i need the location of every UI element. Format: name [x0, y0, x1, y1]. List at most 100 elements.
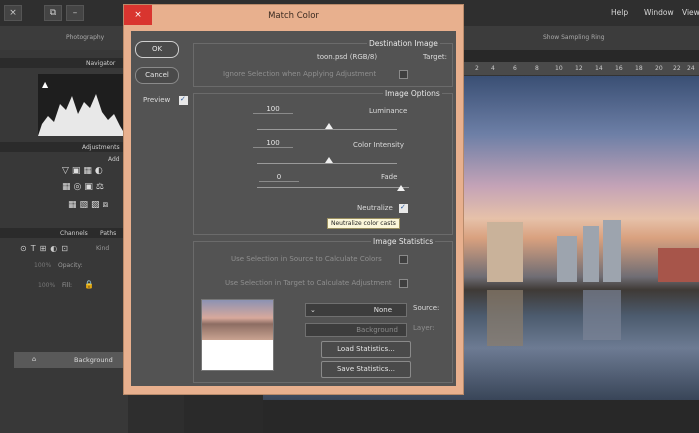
color-intensity-field[interactable]: 100	[253, 139, 293, 148]
tab-channels[interactable]: Channels	[60, 230, 88, 237]
show-sampling-ring-option[interactable]: Show Sampling Ring	[543, 34, 605, 41]
dialog-close-button[interactable]: ×	[124, 5, 152, 25]
layer-name: Background	[74, 356, 113, 364]
destination-header: Destination Image	[367, 39, 440, 48]
ruler-tick: 20	[655, 65, 663, 72]
close-icon[interactable]: ×	[4, 5, 22, 21]
load-statistics-button[interactable]: Load Statistics...	[321, 341, 411, 358]
adjustment-icons-row-3[interactable]: ▦▧▨⧈	[68, 200, 111, 210]
ruler-tick: 10	[555, 65, 563, 72]
photo-reflection	[487, 290, 523, 346]
histogram-graph	[38, 94, 126, 136]
menu-window[interactable]: Window	[644, 8, 674, 17]
kind-filter[interactable]: Kind	[96, 245, 109, 252]
luminance-field[interactable]: 100	[253, 105, 293, 114]
luminance-label: Luminance	[369, 107, 408, 115]
ruler-tick: 16	[615, 65, 623, 72]
navigator-title: Navigator	[86, 60, 116, 67]
dialog-title-bar[interactable]: Match Color ×	[124, 5, 463, 27]
layer-value: Background	[356, 326, 398, 334]
image-statistics-header: Image Statistics	[371, 237, 436, 246]
use-source-selection-label: Use Selection in Source to Calculate Col…	[231, 255, 382, 263]
layer-filter-icons[interactable]: ⊙T⊞◐⊡	[20, 244, 72, 253]
source-preview-thumbnail	[201, 299, 274, 371]
navigator-panel-header: Navigator	[0, 58, 128, 68]
layer-lock-icon: ⌂	[32, 355, 37, 363]
chevron-down-icon: ⌄	[310, 306, 316, 314]
destination-group	[193, 43, 453, 87]
fade-field[interactable]: 0	[259, 173, 299, 182]
image-options-header: Image Options	[383, 89, 442, 98]
canvas-edge	[184, 390, 264, 433]
ok-button[interactable]: OK	[135, 41, 179, 58]
adjustments-panel-header: Adjustments	[0, 142, 128, 152]
preview-checkbox[interactable]	[179, 95, 188, 105]
tab-paths[interactable]: Paths	[100, 230, 116, 237]
ignore-selection-checkbox[interactable]	[399, 70, 408, 79]
lock-icon[interactable]: 🔒	[84, 280, 94, 289]
warning-icon[interactable]: ▲	[42, 80, 48, 89]
opacity-label: Opacity:	[58, 262, 83, 269]
adjustment-icons-row-1[interactable]: ▽▣▦◐	[62, 166, 106, 176]
ruler-tick: 24	[687, 65, 695, 72]
source-preview-image	[202, 300, 273, 340]
dialog-body: OK Cancel Preview Destination Image toon…	[131, 31, 456, 386]
use-target-selection-label: Use Selection in Target to Calculate Adj…	[225, 279, 392, 287]
photo-reflection	[583, 290, 621, 340]
add-adjustment-label: Add	[108, 156, 120, 163]
dialog-title: Match Color	[268, 11, 319, 21]
preview-label: Preview	[143, 96, 171, 104]
color-intensity-slider[interactable]	[257, 163, 397, 164]
ruler-tick: 6	[513, 65, 517, 72]
opacity-value[interactable]: 100%	[34, 262, 51, 269]
neutralize-label: Neutralize	[357, 204, 393, 212]
photo-building	[583, 226, 599, 282]
ruler-tick: 12	[575, 65, 583, 72]
layer-select[interactable]: Background	[305, 323, 407, 337]
ruler-tick: 8	[535, 65, 539, 72]
neutralize-tooltip: Neutralize color casts	[327, 218, 400, 229]
image-options-group	[193, 93, 453, 235]
adjustments-title: Adjustments	[82, 144, 120, 151]
match-color-dialog: Match Color × OK Cancel Preview Destinat…	[123, 4, 464, 395]
adjustment-icons-row-2[interactable]: ▦◎▣⚖	[62, 182, 107, 192]
save-statistics-button[interactable]: Save Statistics...	[321, 361, 411, 378]
menu-help[interactable]: Help	[611, 8, 628, 17]
source-value: None	[373, 306, 392, 314]
color-intensity-label: Color Intensity	[353, 141, 404, 149]
luminance-slider-thumb[interactable]	[325, 123, 333, 129]
ruler-tick: 4	[491, 65, 495, 72]
fill-value[interactable]: 100%	[38, 282, 55, 289]
workspace-selector[interactable]: Photography	[66, 34, 104, 41]
restore-icon[interactable]: ⧉	[44, 5, 62, 21]
target-label: Target:	[423, 53, 448, 61]
minimize-icon[interactable]: –	[66, 5, 84, 21]
cancel-button[interactable]: Cancel	[135, 67, 179, 84]
layers-panel-header: Paths Channels	[0, 228, 128, 238]
neutralize-checkbox[interactable]	[399, 203, 408, 213]
left-panels: Navigator ▲ Adjustments Add ▽▣▦◐ ▦◎▣⚖ ▦▧…	[0, 50, 128, 433]
fade-slider-thumb[interactable]	[397, 185, 405, 191]
layer-row[interactable]: ⌂ Background	[14, 352, 124, 368]
photo-building	[557, 236, 577, 282]
fade-slider[interactable]	[257, 187, 409, 188]
color-intensity-slider-thumb[interactable]	[325, 157, 333, 163]
source-select[interactable]: ⌄ None	[305, 303, 407, 317]
photo-building	[658, 248, 699, 282]
histogram	[38, 74, 126, 136]
fade-label: Fade	[381, 173, 398, 181]
ignore-selection-label: Ignore Selection when Applying Adjustmen…	[223, 70, 377, 78]
photo-building	[487, 222, 523, 282]
ruler-tick: 14	[595, 65, 603, 72]
photo-building	[603, 220, 621, 282]
layer-label: Layer:	[413, 324, 435, 332]
use-target-selection-checkbox[interactable]	[399, 279, 408, 288]
luminance-slider[interactable]	[257, 129, 397, 130]
fill-label: Fill:	[62, 282, 73, 289]
source-label: Source:	[413, 304, 440, 312]
ruler-tick: 22	[673, 65, 681, 72]
ruler-tick: 18	[635, 65, 643, 72]
target-value: toon.psd (RGB/8)	[317, 53, 378, 61]
menu-view[interactable]: View	[682, 8, 699, 17]
use-source-selection-checkbox[interactable]	[399, 255, 408, 264]
